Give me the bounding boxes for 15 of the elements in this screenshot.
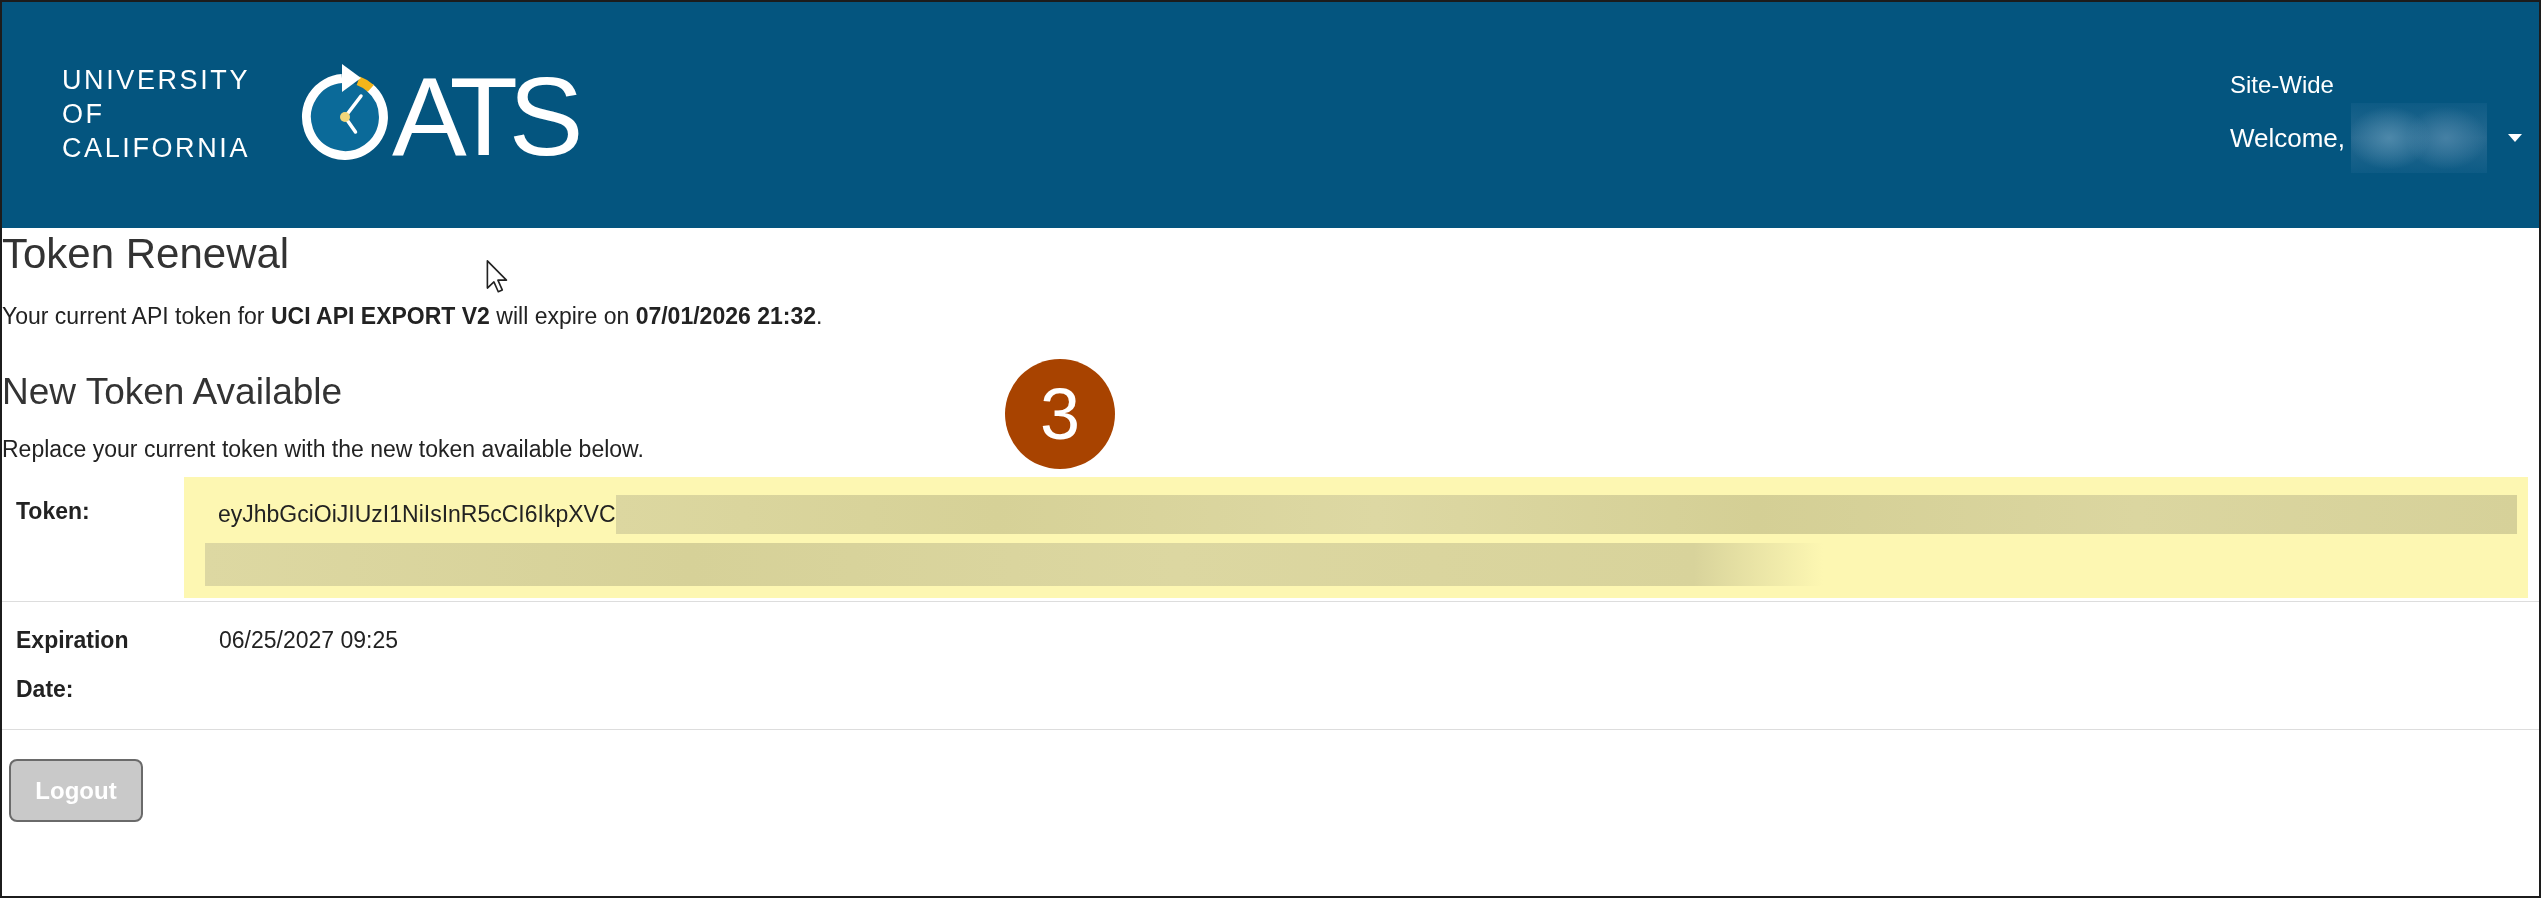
page-title: Token Renewal — [2, 230, 290, 278]
app-name-logo-text: ATS — [392, 61, 575, 173]
section-heading: New Token Available — [2, 370, 343, 414]
mouse-pointer-icon — [486, 260, 508, 293]
expiry-notice: Your current API token for UCI API EXPORT V2 will expire on 07/01/2026 21:32. — [2, 302, 823, 331]
site-wide-link[interactable]: Site-Wide — [2229, 70, 2334, 100]
field-value: eyJhbGciOiJIUzI1NiIsInR5cCI6IkpXVC — [218, 499, 616, 529]
step-number-badge: 3 — [1005, 359, 1115, 469]
section-description: Replace your current token with the new token available below. — [2, 435, 644, 464]
field-label: Token: — [15, 497, 91, 526]
field-label: Expiration Date: — [15, 626, 130, 704]
user-menu-button[interactable]: Welcome, — [2229, 103, 2522, 173]
university-wordmark: UNIVERSITY OF CALIFORNIA — [62, 63, 252, 165]
field-value: 06/25/2027 09:25 — [219, 627, 399, 653]
caret-down-icon — [2508, 134, 2522, 142]
